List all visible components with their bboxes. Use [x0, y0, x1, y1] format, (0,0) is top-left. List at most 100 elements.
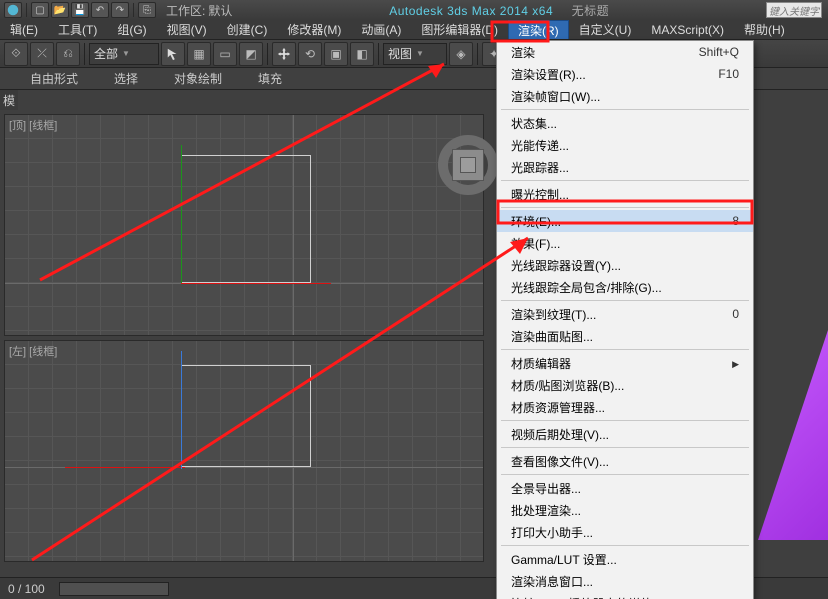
- title-bar: ▢ 📂 💾 ↶ ↷ ⎘ 工作区: 默认 Autodesk 3ds Max 201…: [0, 0, 828, 20]
- menu-item-label: 渲染曲面贴图...: [511, 328, 593, 345]
- menu-item-label: 光跟踪器...: [511, 159, 569, 176]
- menu-item[interactable]: 打印大小助手...: [497, 521, 753, 543]
- menu-separator: [501, 447, 749, 448]
- ribbon-tab[interactable]: 自由形式: [0, 68, 96, 90]
- menu-item[interactable]: 创建(C): [217, 20, 278, 39]
- quick-access-toolbar: ▢ 📂 💾 ↶ ↷ ⎘: [0, 0, 160, 20]
- rotate-icon[interactable]: ⟲: [298, 42, 322, 66]
- menu-item-label: 渲染设置(R)...: [511, 66, 586, 83]
- menu-item[interactable]: 全景导出器...: [497, 477, 753, 499]
- select-link-icon[interactable]: ⟐: [4, 42, 28, 66]
- menu-item[interactable]: 动画(A): [351, 20, 411, 39]
- menu-item-shortcut: Shift+Q: [699, 45, 739, 59]
- menu-item[interactable]: 渲染 Shift+Q: [497, 41, 753, 63]
- menu-item[interactable]: 渲染消息窗口...: [497, 570, 753, 592]
- menu-item[interactable]: 材质/贴图浏览器(B)...: [497, 374, 753, 396]
- viewport-label[interactable]: [顶] [线框]: [9, 117, 57, 133]
- menu-item[interactable]: 辑(E): [0, 20, 48, 39]
- new-icon[interactable]: ▢: [31, 2, 49, 18]
- menu-item[interactable]: 曝光控制...: [497, 183, 753, 205]
- left-panel-tab[interactable]: 模: [0, 90, 18, 110]
- toolbar-separator: [378, 43, 379, 65]
- menu-item[interactable]: 查看图像文件(V)...: [497, 450, 753, 472]
- ribbon-tab[interactable]: 选择: [96, 68, 156, 90]
- object-bbox[interactable]: [181, 155, 311, 283]
- bind-icon[interactable]: ⎌: [56, 42, 80, 66]
- select-region-icon[interactable]: ▭: [213, 42, 237, 66]
- viewport-top[interactable]: [顶] [线框]: [4, 114, 484, 336]
- toolbar-separator: [477, 43, 478, 65]
- menu-item[interactable]: 帮助(H): [734, 20, 795, 39]
- viewcube-home-icon[interactable]: [460, 157, 476, 173]
- menu-item-label: 环境(E)...: [511, 213, 561, 230]
- open-icon[interactable]: 📂: [51, 2, 69, 18]
- unlink-icon[interactable]: ⤫: [30, 42, 54, 66]
- menu-item[interactable]: 光能传递...: [497, 134, 753, 156]
- menu-item[interactable]: 视频后期处理(V)...: [497, 423, 753, 445]
- menu-item[interactable]: 材质资源管理器...: [497, 396, 753, 418]
- menu-item[interactable]: 渲染到纹理(T)...0: [497, 303, 753, 325]
- menu-item[interactable]: 光跟踪器...: [497, 156, 753, 178]
- menu-item[interactable]: 组(G): [107, 20, 156, 39]
- menu-item[interactable]: 比较 RAM 播放器中的媒体(P)...: [497, 592, 753, 599]
- menu-item[interactable]: MAXScript(X): [641, 20, 734, 39]
- menu-item[interactable]: 材质编辑器: [497, 352, 753, 374]
- menu-item-label: 全景导出器...: [511, 480, 581, 497]
- menu-item-label: 批处理渲染...: [511, 502, 581, 519]
- menu-separator: [501, 300, 749, 301]
- frame-counter: 0 / 100: [8, 582, 45, 596]
- keyword-search-input[interactable]: 键入关键字: [766, 2, 822, 18]
- menu-item[interactable]: 工具(T): [48, 20, 107, 39]
- submenu-arrow-icon: [732, 356, 739, 370]
- gizmo-x-axis: [65, 467, 185, 468]
- menu-item-label: 光线跟踪全局包含/排除(G)...: [511, 279, 662, 296]
- window-crossing-icon[interactable]: ◩: [239, 42, 263, 66]
- menu-item-label: 渲染到纹理(T)...: [511, 306, 596, 323]
- menu-item[interactable]: 图形编辑器(D): [411, 20, 508, 39]
- menu-item[interactable]: 视图(V): [157, 20, 217, 39]
- menu-item[interactable]: 效果(F)...: [497, 232, 753, 254]
- menu-item-label: 比较 RAM 播放器中的媒体(P)...: [511, 595, 678, 599]
- menu-item[interactable]: 批处理渲染...: [497, 499, 753, 521]
- menu-item[interactable]: 渲染(R): [508, 20, 569, 39]
- time-slider[interactable]: [59, 582, 169, 596]
- pivot-icon[interactable]: ◈: [449, 42, 473, 66]
- viewport-left[interactable]: [左] [线框]: [4, 340, 484, 562]
- qat-separator: [26, 3, 27, 17]
- ref-coord-combo[interactable]: 视图▼: [383, 43, 447, 65]
- menu-separator: [501, 349, 749, 350]
- placement-icon[interactable]: ◧: [350, 42, 374, 66]
- undo-icon[interactable]: ↶: [91, 2, 109, 18]
- viewport-label[interactable]: [左] [线框]: [9, 343, 57, 359]
- menu-item[interactable]: 渲染帧窗口(W)...: [497, 85, 753, 107]
- menu-item-label: 状态集...: [511, 115, 557, 132]
- redo-icon[interactable]: ↷: [111, 2, 129, 18]
- menu-item-label: 光能传递...: [511, 137, 569, 154]
- menu-item-label: 材质编辑器: [511, 355, 571, 372]
- link-icon[interactable]: ⎘: [138, 2, 156, 18]
- menu-item[interactable]: 修改器(M): [277, 20, 351, 39]
- toolbar-separator: [84, 43, 85, 65]
- menu-item[interactable]: 渲染曲面贴图...: [497, 325, 753, 347]
- viewcube[interactable]: [438, 135, 498, 195]
- save-icon[interactable]: 💾: [71, 2, 89, 18]
- menu-item[interactable]: 自定义(U): [569, 20, 642, 39]
- selection-filter-combo[interactable]: 全部▼: [89, 43, 159, 65]
- app-menu-button[interactable]: [4, 2, 22, 18]
- ribbon-tab[interactable]: 填充: [240, 68, 300, 90]
- menu-item[interactable]: Gamma/LUT 设置...: [497, 548, 753, 570]
- main-menu-bar: 辑(E)工具(T)组(G)视图(V)创建(C)修改器(M)动画(A)图形编辑器(…: [0, 20, 828, 40]
- menu-item[interactable]: 环境(E)...8: [497, 210, 753, 232]
- object-bbox[interactable]: [181, 365, 311, 467]
- menu-item[interactable]: 渲染设置(R)...F10: [497, 63, 753, 85]
- select-icon[interactable]: [161, 42, 185, 66]
- move-icon[interactable]: [272, 42, 296, 66]
- menu-item[interactable]: 状态集...: [497, 112, 753, 134]
- select-name-icon[interactable]: ▦: [187, 42, 211, 66]
- menu-item-label: 打印大小助手...: [511, 524, 593, 541]
- ribbon-tab[interactable]: 对象绘制: [156, 68, 240, 90]
- menu-item-label: 渲染: [511, 44, 535, 61]
- menu-item[interactable]: 光线跟踪器设置(Y)...: [497, 254, 753, 276]
- scale-icon[interactable]: ▣: [324, 42, 348, 66]
- menu-item[interactable]: 光线跟踪全局包含/排除(G)...: [497, 276, 753, 298]
